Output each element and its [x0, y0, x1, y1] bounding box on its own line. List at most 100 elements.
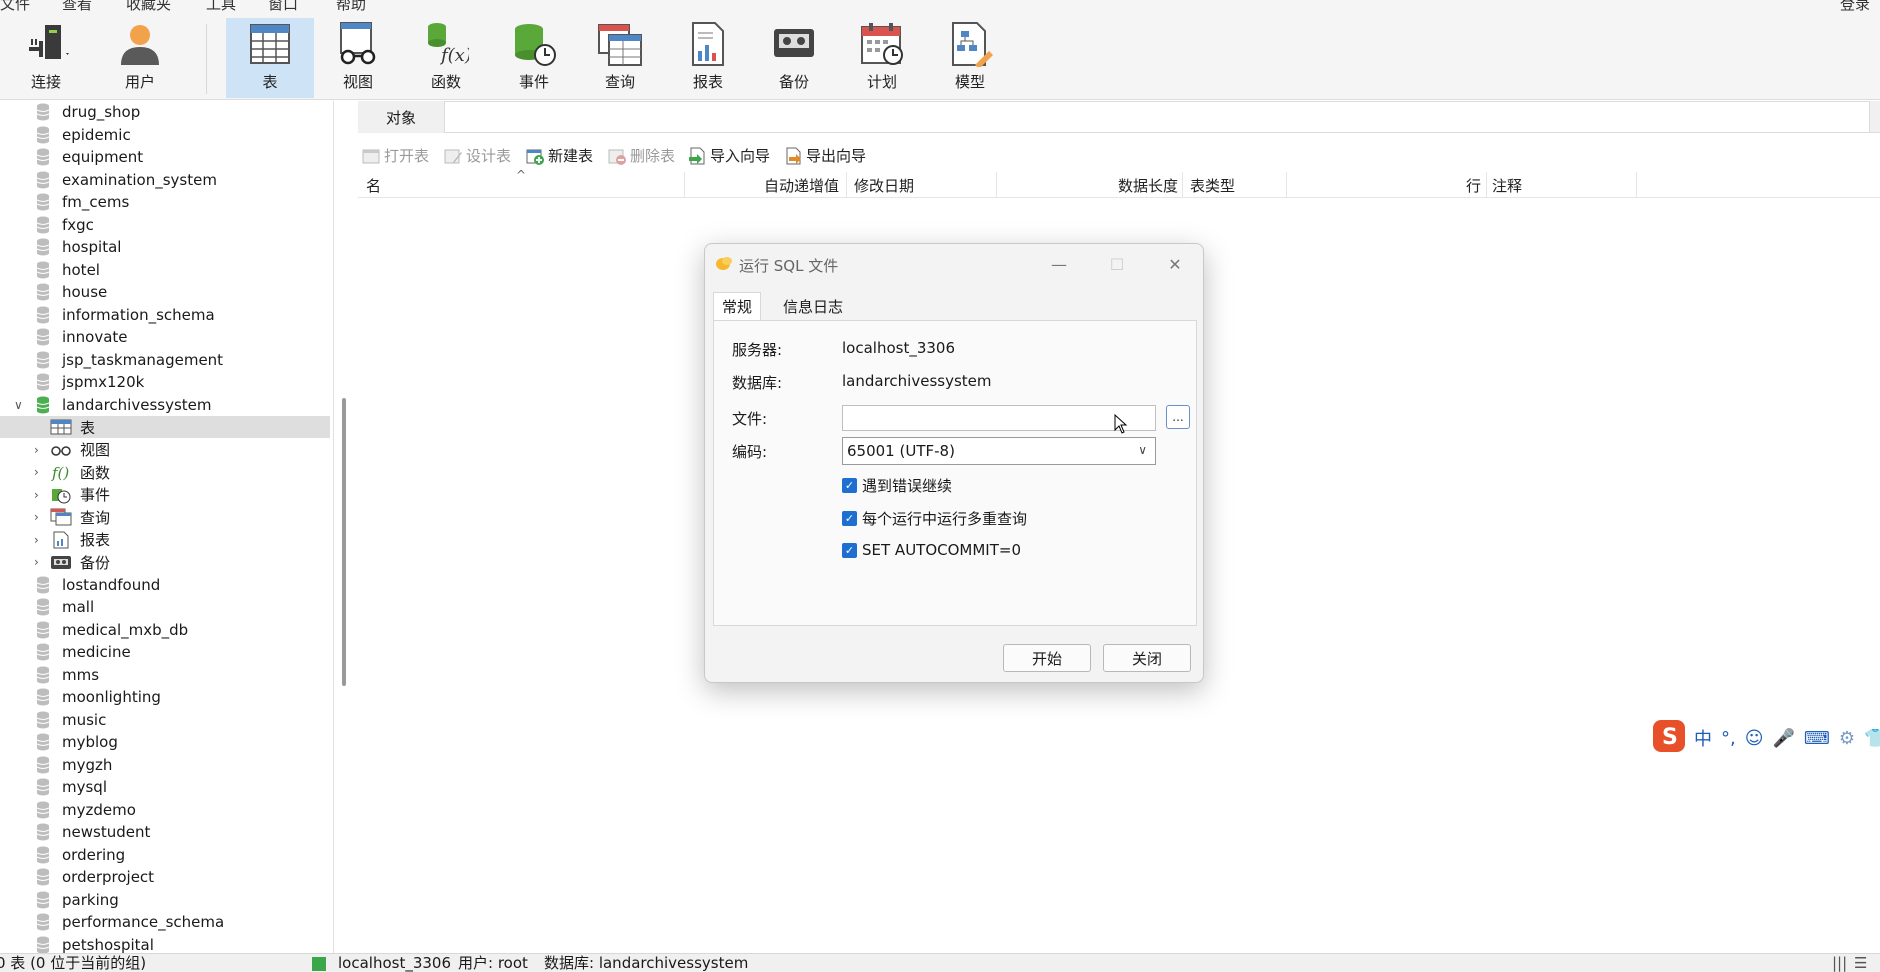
tab-general[interactable]: 常规 [713, 292, 762, 320]
tree-database-item[interactable]: parking [0, 889, 330, 911]
tree-database-item[interactable]: mygzh [0, 754, 330, 776]
menu-window[interactable]: 窗口 [268, 0, 298, 14]
chevron-right-icon[interactable]: › [34, 555, 39, 569]
chevron-right-icon[interactable]: › [34, 488, 39, 502]
toolbar-model-button[interactable]: 模型 [926, 18, 1014, 98]
col-name[interactable]: 名 [366, 175, 381, 196]
chevron-right-icon[interactable]: › [34, 465, 39, 479]
tree-database-item[interactable]: fm_cems [0, 191, 330, 213]
tree-database-item[interactable]: drug_shop [0, 101, 330, 123]
tree-database-item[interactable]: jspmx120k [0, 371, 330, 393]
design-table-button[interactable]: 设计表 [444, 145, 511, 166]
tree-database-item[interactable]: epidemic [0, 124, 330, 146]
emoji-icon[interactable]: ☺ [1745, 728, 1764, 749]
col-rows[interactable]: 行 [1466, 175, 1481, 196]
tab-message-log[interactable]: 信息日志 [775, 292, 851, 320]
menu-help[interactable]: 帮助 [336, 0, 366, 14]
file-path-input[interactable] [842, 405, 1156, 431]
tree-database-item[interactable]: jsp_taskmanagement [0, 349, 330, 371]
tree-database-item[interactable]: fxgc [0, 214, 330, 236]
toolbar-backup-button[interactable]: 备份 [750, 18, 838, 98]
toolbar-view-button[interactable]: 视图 [314, 18, 402, 98]
toolbox-icon[interactable]: ⚙ [1839, 728, 1855, 749]
col-auto-increment[interactable]: 自动递增值 [764, 175, 839, 196]
tree-database-item[interactable]: petshospital [0, 934, 330, 953]
toolbar-user-button[interactable]: 用户 [96, 18, 184, 98]
tree-tables-node[interactable]: 表 [0, 416, 330, 438]
menu-login[interactable]: 登录 [1840, 0, 1870, 14]
chevron-right-icon[interactable]: › [34, 443, 39, 457]
toolbar-report-button[interactable]: 报表 [664, 18, 752, 98]
toolbar-schedule-button[interactable]: 计划 [838, 18, 926, 98]
encoding-select[interactable]: 65001 (UTF-8) ∨ [842, 437, 1156, 465]
keyboard-icon[interactable]: ⌨ [1804, 728, 1830, 749]
ime-language-toggle[interactable]: 中 [1694, 725, 1712, 751]
col-modified-date[interactable]: 修改日期 [854, 175, 914, 196]
col-data-length[interactable]: 数据长度 [1118, 175, 1178, 196]
chevron-right-icon[interactable]: › [34, 510, 39, 524]
toolbar-connection-button[interactable]: 连接 [2, 18, 90, 98]
tree-database-item[interactable]: examination_system [0, 169, 330, 191]
tree-database-item[interactable]: music [0, 709, 330, 731]
minimize-button[interactable]: — [1045, 252, 1073, 276]
microphone-icon[interactable]: 🎤 [1773, 728, 1795, 749]
tree-database-item[interactable]: mms [0, 664, 330, 686]
delete-table-button[interactable]: 删除表 [608, 145, 675, 166]
tree-database-item[interactable]: myblog [0, 731, 330, 753]
tree-object-group[interactable]: › 查询 [0, 506, 330, 528]
tree-database-item[interactable]: myzdemo [0, 799, 330, 821]
tree-database-item[interactable]: hospital [0, 236, 330, 258]
tree-database-item[interactable]: ordering [0, 844, 330, 866]
menu-favorites[interactable]: 收藏夹 [126, 0, 171, 14]
tree-database-item[interactable]: innovate [0, 326, 330, 348]
skin-shirt-icon[interactable]: 👕 [1864, 728, 1880, 749]
tree-object-group[interactable]: › 报表 [0, 529, 330, 551]
import-wizard-button[interactable]: 导入向导 [688, 145, 770, 166]
browse-file-button[interactable]: ... [1166, 405, 1190, 429]
toolbar-table-button[interactable]: 表 [226, 18, 314, 98]
tree-object-group[interactable]: › 事件 [0, 484, 330, 506]
tree-object-group[interactable]: › 视图 [0, 439, 330, 461]
close-button[interactable]: 关闭 [1103, 644, 1191, 672]
sogou-logo-icon[interactable]: S [1652, 719, 1686, 757]
menu-view[interactable]: 查看 [62, 0, 92, 14]
multiple-queries-checkbox[interactable]: ✓ 每个运行中运行多重查询 [842, 508, 1027, 529]
new-table-button[interactable]: 新建表 [526, 145, 593, 166]
tree-database-item[interactable]: mall [0, 596, 330, 618]
chevron-right-icon[interactable]: › [34, 533, 39, 547]
col-table-type[interactable]: 表类型 [1190, 175, 1235, 196]
tree-database-item[interactable]: information_schema [0, 304, 330, 326]
maximize-button[interactable]: ☐ [1103, 252, 1131, 276]
open-table-button[interactable]: 打开表 [362, 145, 429, 166]
tree-database-item[interactable]: hotel [0, 259, 330, 281]
tree-object-group[interactable]: › f() 函数 [0, 461, 330, 483]
list-view-icon[interactable]: ☰ [1854, 954, 1867, 972]
tree-database-open[interactable]: ∨ landarchivessystem [0, 394, 330, 416]
tree-scrollbar[interactable] [342, 398, 346, 686]
tree-database-item[interactable]: house [0, 281, 330, 303]
chevron-down-icon[interactable]: ∨ [14, 398, 23, 412]
toolbar-function-button[interactable]: f(x) 函数 [402, 18, 490, 98]
tree-database-item[interactable]: equipment [0, 146, 330, 168]
tree-database-item[interactable]: moonlighting [0, 686, 330, 708]
toolbar-event-button[interactable]: 事件 [490, 18, 578, 98]
export-wizard-button[interactable]: 导出向导 [784, 145, 866, 166]
col-comment[interactable]: 注释 [1492, 175, 1522, 196]
ime-punctuation-toggle[interactable]: °, [1721, 728, 1736, 749]
tree-object-group[interactable]: › 备份 [0, 551, 330, 573]
tree-database-item[interactable]: mysql [0, 776, 330, 798]
continue-on-error-checkbox[interactable]: ✓ 遇到错误继续 [842, 475, 952, 496]
menu-tools[interactable]: 工具 [206, 0, 236, 14]
autocommit-checkbox[interactable]: ✓ SET AUTOCOMMIT=0 [842, 541, 1021, 559]
toolbar-query-button[interactable]: 查询 [576, 18, 664, 98]
grid-view-icon[interactable]: ||| [1832, 954, 1847, 972]
tree-database-item[interactable]: newstudent [0, 821, 330, 843]
menu-file[interactable]: 文件 [0, 0, 30, 14]
tree-database-item[interactable]: performance_schema [0, 911, 330, 933]
tree-database-item[interactable]: medicine [0, 641, 330, 663]
close-window-button[interactable]: ✕ [1161, 252, 1189, 276]
tree-database-item[interactable]: medical_mxb_db [0, 619, 330, 641]
start-button[interactable]: 开始 [1003, 644, 1091, 672]
tree-database-item[interactable]: lostandfound [0, 574, 330, 596]
tab-objects[interactable]: 对象 [358, 101, 444, 133]
